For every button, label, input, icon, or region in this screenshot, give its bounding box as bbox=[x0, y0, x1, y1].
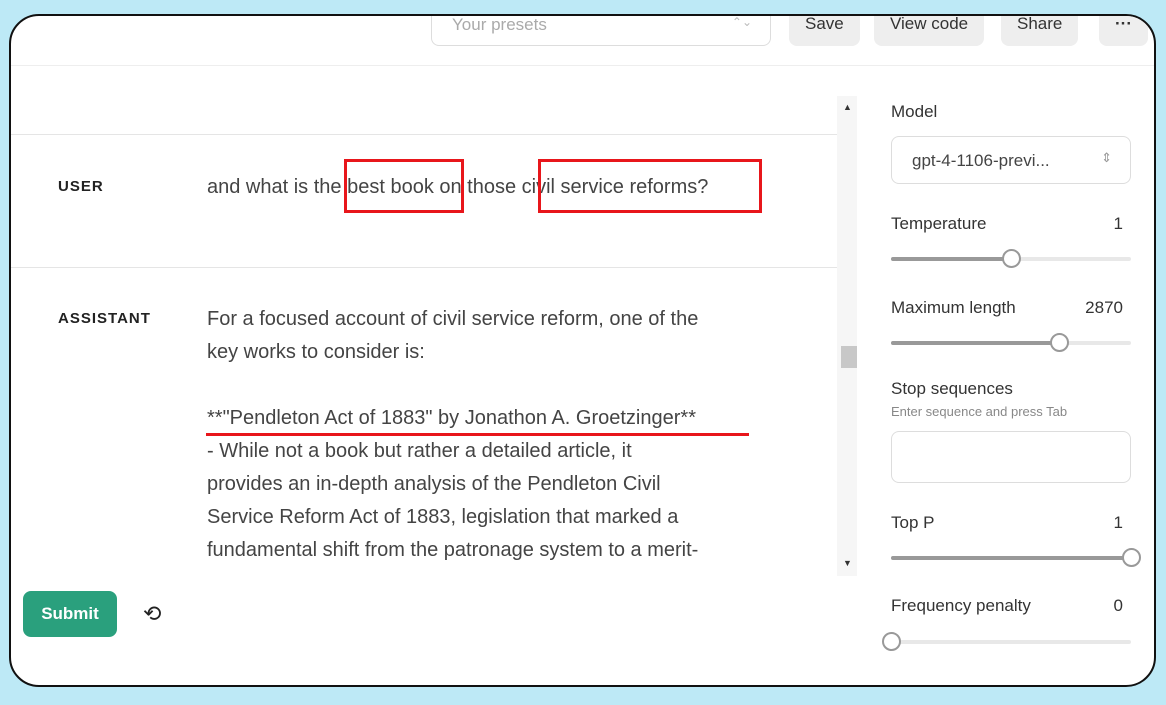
annotation-underline bbox=[206, 433, 749, 436]
more-button[interactable]: ··· bbox=[1099, 16, 1148, 46]
presets-select[interactable]: Your presets ⌃⌄ bbox=[431, 15, 771, 46]
max-length-label: Maximum length bbox=[891, 298, 1016, 317]
submit-button[interactable]: Submit bbox=[23, 591, 117, 637]
max-length-value[interactable]: 2870 bbox=[1085, 298, 1123, 318]
role-label[interactable]: ASSISTANT bbox=[58, 310, 151, 327]
presets-placeholder: Your presets bbox=[452, 15, 547, 34]
line: - While not a book but rather a detailed… bbox=[207, 440, 632, 462]
chevron-updown-icon: ⌃⌄ bbox=[731, 15, 752, 29]
line: fundamental shift from the patronage sys… bbox=[207, 539, 699, 561]
save-button[interactable]: Save bbox=[789, 16, 860, 46]
model-value: gpt-4-1106-previ... bbox=[912, 151, 1050, 170]
message-assistant: ASSISTANT For a focused account of civil… bbox=[11, 267, 837, 576]
slider-knob[interactable] bbox=[882, 632, 901, 651]
temperature-value[interactable]: 1 bbox=[1114, 214, 1123, 234]
top-bar: Your presets ⌃⌄ Save View code Share ··· bbox=[11, 16, 1154, 66]
view-code-button[interactable]: View code bbox=[874, 16, 985, 46]
slider-knob[interactable] bbox=[1002, 249, 1021, 268]
frequency-penalty-slider[interactable] bbox=[882, 632, 1131, 651]
role-label[interactable]: USER bbox=[58, 178, 104, 195]
temperature-label: Temperature bbox=[891, 214, 987, 233]
line: key works to consider is: bbox=[207, 341, 425, 363]
top-p-label: Top P bbox=[891, 513, 935, 532]
history-icon[interactable]: ⟲ bbox=[143, 601, 161, 627]
max-length-slider[interactable] bbox=[891, 333, 1131, 352]
messages-area: USER and what is the best book on those … bbox=[11, 66, 837, 576]
slider-knob[interactable] bbox=[1122, 548, 1141, 567]
line: **"Pendleton Act of 1883" by Jonathon A.… bbox=[207, 407, 696, 429]
stop-sequences-label: Stop sequences bbox=[891, 379, 1013, 398]
temperature-slider[interactable] bbox=[891, 249, 1131, 268]
slider-knob[interactable] bbox=[1050, 333, 1069, 352]
messages-scrollbar[interactable]: ▲ ▼ bbox=[837, 96, 857, 576]
line: For a focused account of civil service r… bbox=[207, 308, 699, 330]
frequency-penalty-value[interactable]: 0 bbox=[1114, 596, 1123, 616]
stop-sequences-hint: Enter sequence and press Tab bbox=[891, 404, 1068, 419]
scroll-up-icon[interactable]: ▲ bbox=[843, 102, 852, 112]
scroll-thumb[interactable] bbox=[841, 346, 857, 368]
chevron-updown-icon: ⇕ bbox=[1101, 150, 1112, 165]
frequency-penalty-label: Frequency penalty bbox=[891, 596, 1031, 615]
annotation-box-civil-service bbox=[538, 159, 762, 213]
top-p-value[interactable]: 1 bbox=[1114, 513, 1123, 533]
line: provides an in-depth analysis of the Pen… bbox=[207, 473, 661, 495]
share-button[interactable]: Share bbox=[1001, 16, 1079, 46]
scroll-down-icon[interactable]: ▼ bbox=[843, 558, 852, 568]
playground-window: Your presets ⌃⌄ Save View code Share ··· … bbox=[9, 14, 1156, 687]
top-p-slider[interactable] bbox=[891, 548, 1141, 567]
annotation-box-best-book bbox=[344, 159, 464, 213]
stop-sequences-input[interactable] bbox=[891, 431, 1131, 483]
line: Service Reform Act of 1883, legislation … bbox=[207, 506, 679, 528]
model-label: Model bbox=[891, 102, 938, 121]
model-select[interactable]: gpt-4-1106-previ... ⇕ bbox=[891, 136, 1131, 184]
